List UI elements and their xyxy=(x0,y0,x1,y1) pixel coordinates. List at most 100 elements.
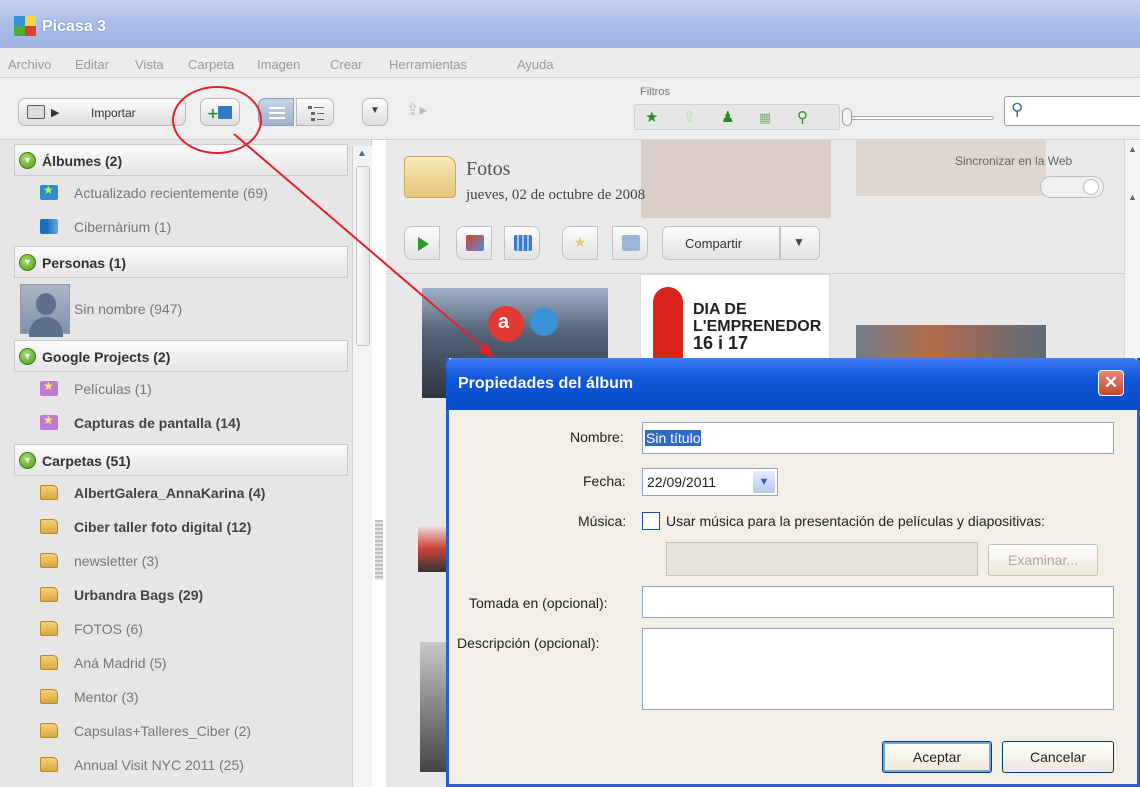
tree-view-icon xyxy=(308,106,324,121)
star-folder-button[interactable]: ★ xyxy=(562,226,598,260)
movie-filter-icon[interactable]: ▦ xyxy=(759,110,771,126)
scroll-up-icon[interactable]: ▲ xyxy=(357,148,367,159)
photo-thumbnail[interactable] xyxy=(420,642,448,772)
collapse-toggle-icon[interactable]: ▼ xyxy=(19,452,36,469)
taken-at-input[interactable] xyxy=(642,586,1114,618)
folder-title: Fotos xyxy=(466,158,511,180)
slider-handle[interactable] xyxy=(842,108,852,126)
thumbnail-text: 16 i 17 xyxy=(693,333,749,353)
dialog-title: Propiedades del álbum xyxy=(458,375,634,392)
thumbnail-text: DIA DE xyxy=(693,301,747,318)
section-label: Google Projects (2) xyxy=(42,349,171,365)
menu-bar: Archivo Editar Vista Carpeta Imagen Crea… xyxy=(0,48,1140,78)
music-path-input[interactable] xyxy=(666,542,978,576)
close-icon: ✕ xyxy=(1103,373,1119,392)
save-button[interactable] xyxy=(612,226,648,260)
album-name-input[interactable]: Sin título xyxy=(642,422,1114,454)
view-options-dropdown[interactable]: ▼ xyxy=(362,98,388,126)
menu-vista[interactable]: Vista xyxy=(135,57,164,72)
play-icon xyxy=(418,237,429,251)
sidebar-item-unnamed-person[interactable]: Sin nombre (947) xyxy=(18,282,352,340)
section-label: Álbumes (2) xyxy=(42,153,123,169)
share-button[interactable]: Compartir xyxy=(662,226,780,260)
import-label: Importar xyxy=(91,106,136,120)
sidebar-item-label: Capturas de pantalla (14) xyxy=(74,415,241,431)
description-textarea[interactable] xyxy=(642,628,1114,710)
geotag-filter-icon[interactable]: ⚲ xyxy=(797,108,808,126)
section-label: Carpetas (51) xyxy=(42,453,131,469)
scroll-up-icon[interactable]: ▲ xyxy=(1128,144,1137,154)
filters-label: Filtros xyxy=(640,86,670,98)
upload-button[interactable]: ⇪▸ xyxy=(398,96,438,124)
menu-ayuda[interactable]: Ayuda xyxy=(517,57,554,72)
section-albums-header[interactable]: ▼ Álbumes (2) xyxy=(14,144,348,176)
scrollbar-thumb[interactable] xyxy=(356,166,370,346)
folder-icon xyxy=(40,485,58,500)
sidebar-item-label: newsletter (3) xyxy=(74,553,159,569)
menu-imagen[interactable]: Imagen xyxy=(257,57,300,72)
date-picker[interactable]: 22/09/2011 ▼ xyxy=(642,468,778,496)
search-input[interactable]: ⚲ xyxy=(1004,96,1140,126)
section-people-header[interactable]: ▼ Personas (1) xyxy=(14,246,348,278)
collapse-toggle-icon[interactable]: ▼ xyxy=(19,254,36,271)
share-dropdown-button[interactable]: ▼ xyxy=(780,226,820,260)
sidebar-item-label: Actualizado recientemente (69) xyxy=(74,185,268,201)
toolbar: ▶ Importar + ▼ ⇪▸ Filtros ★ ⇧ ♟ ▦ ⚲ ⚲ xyxy=(0,78,1140,140)
date-label: Fecha: xyxy=(583,473,626,489)
picasa-logo-icon xyxy=(14,16,36,36)
use-music-checkbox[interactable] xyxy=(642,512,660,530)
sidebar-item-label: Mentor (3) xyxy=(74,689,139,705)
make-collage-button[interactable] xyxy=(456,226,492,260)
photo-thumbnail[interactable] xyxy=(418,524,446,572)
sidebar-item-label: Annual Visit NYC 2011 (25) xyxy=(74,757,244,773)
detail-view-button[interactable] xyxy=(296,98,334,126)
sidebar-item-label: Urbandra Bags (29) xyxy=(74,587,204,603)
upload-filter-icon[interactable]: ⇧ xyxy=(683,108,696,126)
save-icon xyxy=(622,235,640,251)
sidebar-item-label: Ciber taller foto digital (12) xyxy=(74,519,252,535)
sync-web-toggle[interactable] xyxy=(1040,176,1104,198)
sidebar-item-label: AlbertGalera_AnnaKarina (4) xyxy=(74,485,266,501)
section-google-projects-header[interactable]: ▼ Google Projects (2) xyxy=(14,340,348,372)
project-icon: ★ xyxy=(40,413,58,430)
photo-thumbnail[interactable]: DIA DE L'EMPRENEDOR 16 i 17 xyxy=(640,274,830,370)
arrow-right-icon: ▶ xyxy=(51,107,60,119)
star-filter-icon[interactable]: ★ xyxy=(645,108,658,126)
section-folders-header[interactable]: ▼ Carpetas (51) xyxy=(14,444,348,476)
sidebar-item-label: Cibernàrium (1) xyxy=(74,219,172,235)
folder-icon xyxy=(404,156,456,198)
close-button[interactable]: ✕ xyxy=(1098,370,1124,396)
slideshow-button[interactable] xyxy=(404,226,440,260)
menu-herramientas[interactable]: Herramientas xyxy=(389,57,467,72)
browse-button[interactable]: Examinar... xyxy=(988,544,1098,576)
album-icon xyxy=(40,219,58,234)
window-title: Picasa 3 xyxy=(42,18,107,35)
collapse-toggle-icon[interactable]: ▼ xyxy=(19,348,36,365)
name-label: Nombre: xyxy=(570,429,624,445)
folder-icon xyxy=(40,621,58,636)
folder-icon xyxy=(40,689,58,704)
cancel-button[interactable]: Cancelar xyxy=(1002,741,1114,773)
make-movie-button[interactable] xyxy=(504,226,540,260)
menu-crear[interactable]: Crear xyxy=(330,57,363,72)
scroll-up-icon[interactable]: ▲ xyxy=(1128,192,1137,202)
project-icon: ★ xyxy=(40,379,58,396)
accept-button[interactable]: Aceptar xyxy=(882,741,992,773)
thumbnail-size-slider[interactable] xyxy=(846,116,994,120)
import-button[interactable]: ▶ Importar xyxy=(18,98,186,126)
collage-icon xyxy=(466,235,484,251)
menu-archivo[interactable]: Archivo xyxy=(8,57,51,72)
list-view-button[interactable] xyxy=(258,98,294,126)
person-filter-icon[interactable]: ♟ xyxy=(721,108,734,126)
taken-at-label: Tomada en (opcional): xyxy=(469,595,608,611)
menu-editar[interactable]: Editar xyxy=(75,57,109,72)
panel-splitter-handle[interactable] xyxy=(375,520,383,580)
menu-carpeta[interactable]: Carpeta xyxy=(188,57,234,72)
list-view-icon xyxy=(269,107,285,119)
section-label: Personas (1) xyxy=(42,255,127,271)
chevron-down-icon[interactable]: ▼ xyxy=(753,471,775,493)
folder-icon xyxy=(40,587,58,602)
sidebar-scrollbar[interactable]: ▲ xyxy=(352,146,372,787)
collapse-toggle-icon[interactable]: ▼ xyxy=(19,152,36,169)
sync-web-label: Sincronizar en la Web xyxy=(955,154,1073,168)
